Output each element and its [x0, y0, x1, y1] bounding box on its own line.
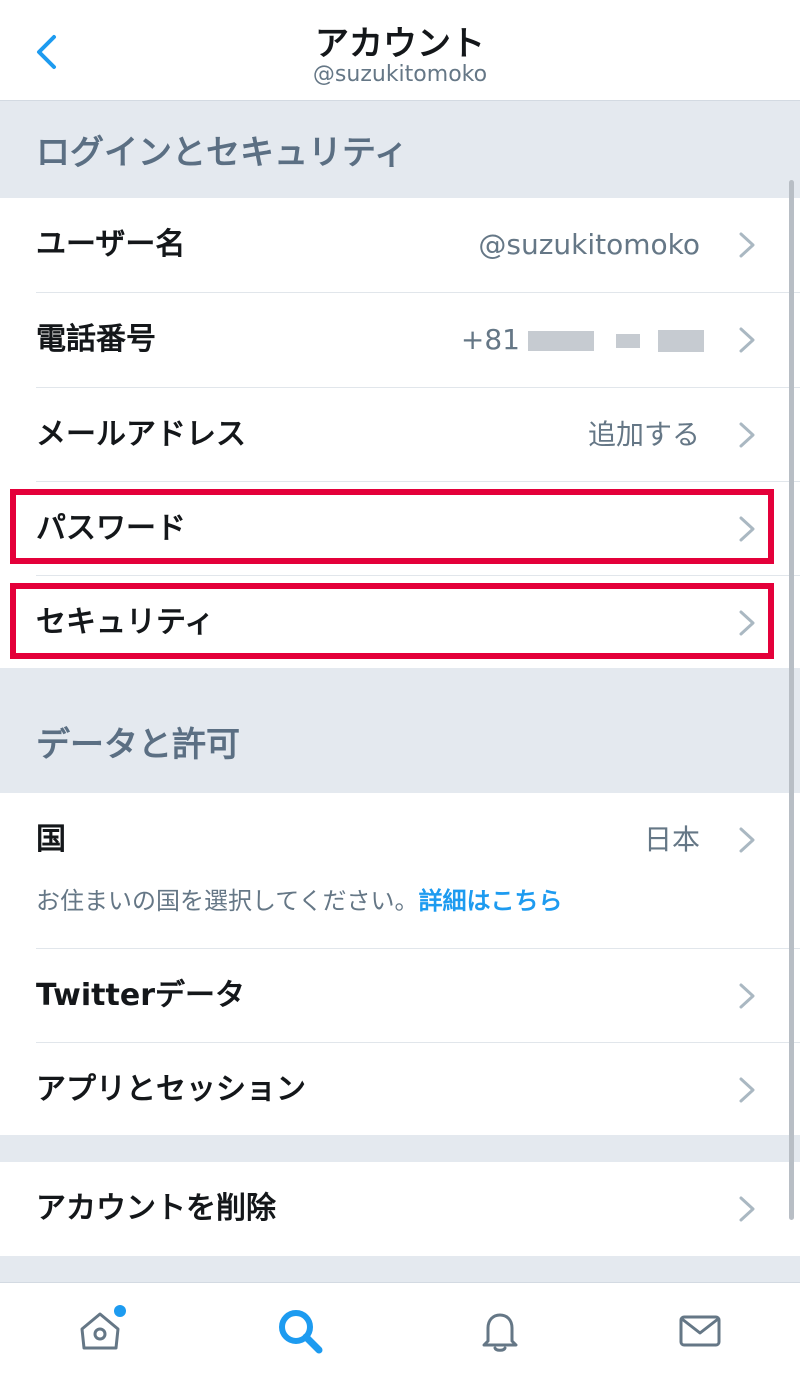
nav-header: アカウント @suzukitomoko: [0, 0, 800, 101]
row-username[interactable]: ユーザー名 @suzukitomoko: [0, 198, 800, 292]
tab-bar: [0, 1282, 800, 1389]
tab-home[interactable]: [70, 1301, 130, 1361]
row-email[interactable]: メールアドレス 追加する: [0, 388, 800, 482]
chevron-right-icon: [739, 422, 755, 448]
redacted-block: [528, 331, 594, 351]
row-phone[interactable]: 電話番号 +81: [0, 293, 800, 387]
section-header-login-security: ログインとセキュリティ: [0, 101, 800, 198]
row-security-label: セキュリティ: [36, 605, 215, 640]
row-username-label: ユーザー名: [36, 227, 186, 262]
redacted-block: [616, 334, 640, 348]
row-password[interactable]: パスワード: [0, 482, 800, 576]
row-username-value: @suzukitomoko: [478, 228, 700, 261]
tab-search[interactable]: [270, 1301, 330, 1361]
chevron-right-icon: [739, 232, 755, 258]
row-phone-value: +81: [461, 293, 704, 387]
tab-notifications[interactable]: [470, 1301, 530, 1361]
row-apps-sessions[interactable]: アプリとセッション: [0, 1043, 800, 1137]
country-hint-text: お住まいの国を選択してください。: [36, 887, 419, 915]
page-subtitle: @suzukitomoko: [312, 62, 488, 87]
row-security[interactable]: セキュリティ: [0, 576, 800, 670]
row-country-value: 日本: [643, 823, 700, 856]
login-security-group: ユーザー名 @suzukitomoko 電話番号 +81 メールアドレス 追加す…: [0, 198, 800, 668]
chevron-right-icon: [739, 610, 755, 636]
redacted-block: [658, 330, 704, 352]
phone-prefix: +81: [460, 323, 520, 356]
chevron-right-icon: [739, 827, 755, 853]
row-delete-account[interactable]: アカウントを削除: [0, 1162, 800, 1256]
search-icon: [279, 1310, 323, 1354]
mail-icon: [679, 1315, 721, 1347]
row-email-value: 追加する: [587, 418, 700, 451]
chevron-right-icon: [739, 983, 755, 1009]
delete-account-group: アカウントを削除: [0, 1162, 800, 1256]
chevron-right-icon: [739, 1077, 755, 1103]
section-header-data-permissions: データと許可: [0, 668, 800, 793]
row-apps-sessions-label: アプリとセッション: [36, 1072, 306, 1107]
row-twitter-data-label: Twitterデータ: [36, 978, 245, 1013]
data-permissions-group: 国 日本 お住まいの国を選択してください。詳細はこちら Twitterデータ ア…: [0, 793, 800, 1135]
chevron-right-icon: [739, 327, 755, 353]
scrollbar[interactable]: [789, 180, 794, 1220]
notification-dot: [114, 1305, 126, 1317]
tab-messages[interactable]: [670, 1301, 730, 1361]
row-phone-label: 電話番号: [36, 322, 156, 357]
row-email-label: メールアドレス: [36, 417, 246, 452]
row-password-label: パスワード: [36, 511, 186, 546]
bell-icon: [482, 1313, 518, 1352]
chevron-right-icon: [739, 1196, 755, 1222]
page-title: アカウント: [315, 24, 485, 64]
country-hint: お住まいの国を選択してください。詳細はこちら: [36, 881, 563, 916]
row-country-label: 国: [36, 822, 66, 857]
learn-more-link[interactable]: 詳細はこちら: [419, 887, 563, 915]
row-delete-account-label: アカウントを削除: [36, 1191, 276, 1226]
row-country[interactable]: 国 日本 お住まいの国を選択してください。詳細はこちら: [0, 793, 800, 948]
chevron-right-icon: [739, 516, 755, 542]
row-twitter-data[interactable]: Twitterデータ: [0, 949, 800, 1043]
